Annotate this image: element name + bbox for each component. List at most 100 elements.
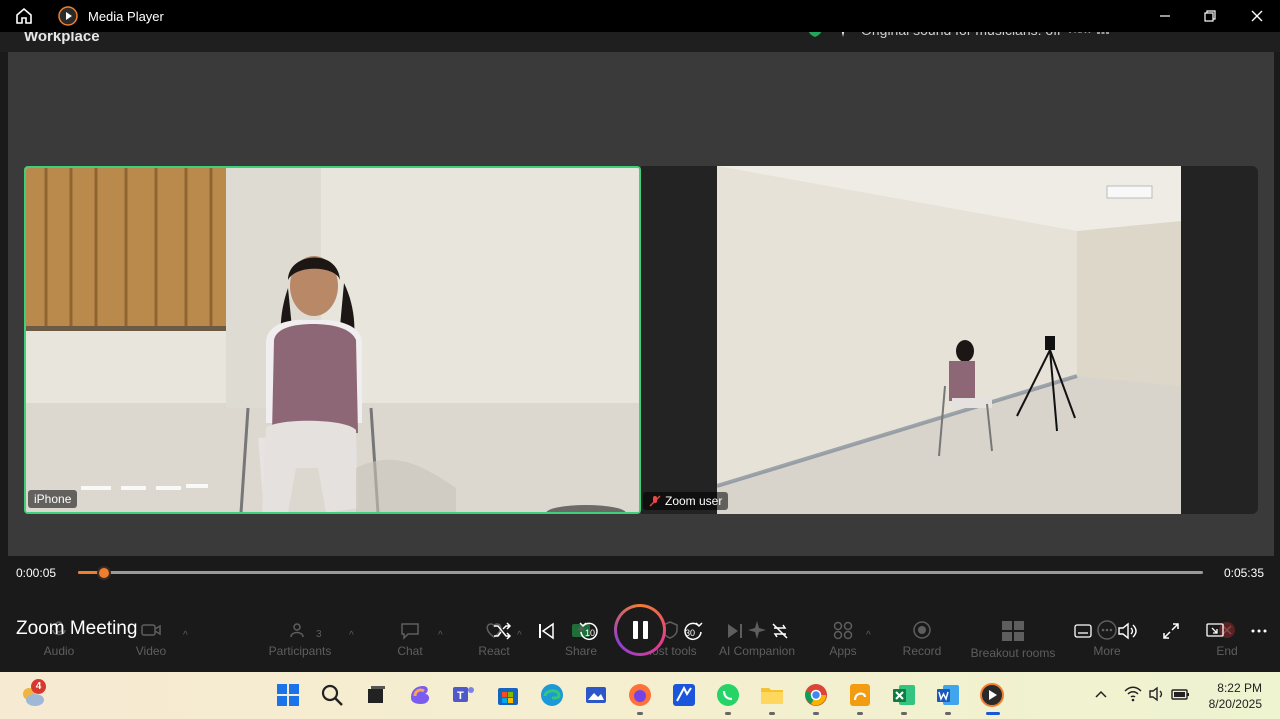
photos-app-icon[interactable] — [583, 682, 609, 708]
participants-options-caret[interactable]: ^ — [349, 630, 354, 641]
video-tile-iphone[interactable]: iPhone — [24, 166, 641, 514]
minimize-button[interactable] — [1145, 4, 1185, 28]
shuffle-icon — [494, 622, 512, 640]
microsoft-store-icon[interactable] — [495, 682, 521, 708]
skip-next-icon — [728, 624, 742, 638]
record-label: Record — [902, 644, 942, 658]
audio-label: Audio — [43, 644, 75, 658]
meeting-title: Zoom Meeting — [16, 618, 138, 639]
copilot-icon[interactable] — [407, 682, 433, 708]
media-player-titlebar: Media Player — [0, 0, 1280, 32]
excel-running-indicator — [901, 712, 907, 715]
pdf-app-icon[interactable] — [847, 682, 873, 708]
word-running-indicator — [945, 712, 951, 715]
fullscreen-button[interactable] — [1160, 620, 1182, 642]
breakout-rooms-button[interactable]: Breakout rooms — [966, 620, 1060, 660]
close-button[interactable] — [1237, 4, 1277, 28]
svg-text:T: T — [457, 690, 464, 702]
participant-name-chip: iPhone — [28, 490, 78, 508]
chat-button[interactable]: Chat — [392, 620, 428, 658]
video-tile-zoom-user[interactable]: Zoom user — [641, 166, 1258, 514]
whatsapp-icon[interactable] — [715, 682, 741, 708]
explorer-running-indicator — [769, 712, 775, 715]
generic-app-icon[interactable] — [671, 682, 697, 708]
minimize-icon — [1160, 15, 1170, 17]
clock-time: 8:22 PM — [1217, 681, 1262, 695]
participant-name: iPhone — [34, 492, 72, 506]
subtitles-button[interactable] — [1072, 620, 1094, 642]
restore-icon — [1204, 10, 1216, 22]
system-clock[interactable]: 8:22 PM 8/20/2025 — [1209, 680, 1262, 712]
participants-button[interactable]: Participants — [265, 620, 335, 658]
media-player-active-indicator — [986, 712, 1000, 715]
home-icon[interactable] — [14, 6, 34, 26]
whatsapp-running-indicator — [725, 712, 731, 715]
fullscreen-icon — [1163, 623, 1179, 639]
mini-player-button[interactable] — [1204, 620, 1226, 642]
apps-button[interactable]: Apps — [826, 620, 860, 658]
shuffle-button[interactable] — [490, 620, 514, 642]
apps-label: Apps — [829, 644, 857, 658]
forward-seconds: 30 — [685, 628, 695, 638]
video-camera-icon — [141, 624, 161, 636]
firefox-running-indicator — [637, 712, 643, 715]
apps-icon — [833, 621, 853, 640]
record-button[interactable]: Record — [900, 620, 944, 658]
participants-label: Participants — [268, 644, 332, 658]
end-label: End — [1216, 644, 1238, 658]
teams-icon[interactable]: T — [451, 682, 477, 708]
ellipsis-icon — [1251, 629, 1267, 633]
weather-badge: 4 — [31, 679, 46, 694]
restore-button[interactable] — [1190, 4, 1230, 28]
video-frame-room — [717, 166, 1181, 514]
react-options-caret[interactable]: ^ — [517, 630, 522, 641]
participants-icon — [290, 623, 304, 638]
chevron-up-icon[interactable] — [1094, 689, 1108, 699]
more-dots-icon — [1097, 620, 1117, 640]
apps-options-caret[interactable]: ^ — [866, 630, 871, 641]
video-label: Video — [135, 644, 167, 658]
battery-icon[interactable] — [1171, 686, 1191, 702]
windows-start-icon[interactable] — [275, 682, 301, 708]
wifi-icon[interactable] — [1124, 686, 1142, 702]
file-explorer-icon[interactable] — [759, 682, 785, 708]
volume-button[interactable] — [1116, 620, 1138, 642]
video-frame-seated-woman — [26, 168, 639, 512]
seek-bar[interactable] — [78, 566, 1203, 580]
chrome-icon[interactable] — [803, 682, 829, 708]
close-icon — [1251, 10, 1263, 22]
react-label: React — [478, 644, 510, 658]
chat-options-caret[interactable]: ^ — [438, 630, 443, 641]
video-frame-room-wide — [717, 166, 1181, 514]
media-player-taskbar-icon[interactable] — [979, 682, 1005, 708]
video-options-caret[interactable]: ^ — [183, 630, 188, 641]
share-label: Share — [564, 644, 598, 658]
chat-icon — [401, 623, 419, 640]
next-button[interactable] — [724, 620, 746, 642]
excel-icon[interactable] — [891, 682, 917, 708]
pause-button[interactable] — [614, 604, 666, 656]
breakout-rooms-label: Breakout rooms — [970, 646, 1056, 660]
search-icon[interactable] — [319, 682, 345, 708]
firefox-icon[interactable] — [627, 682, 653, 708]
window-title: Media Player — [88, 9, 164, 24]
edge-browser-icon[interactable] — [539, 682, 565, 708]
media-progress: 0:00:05 0:05:35 — [0, 556, 1280, 592]
rewind-seconds: 10 — [585, 628, 595, 638]
seek-thumb[interactable] — [96, 566, 111, 580]
forward-30-icon: 30 — [684, 622, 703, 641]
chat-label: Chat — [397, 644, 423, 658]
rewind-button[interactable]: 10 — [576, 620, 604, 642]
fast-forward-button[interactable]: 30 — [678, 620, 706, 642]
task-view-icon[interactable] — [363, 682, 389, 708]
ai-companion-label: AI Companion — [718, 644, 796, 658]
speaker-icon[interactable] — [1148, 686, 1166, 702]
repeat-button[interactable] — [768, 620, 792, 642]
word-icon[interactable] — [935, 682, 961, 708]
previous-button[interactable] — [534, 620, 558, 642]
pdf-running-indicator — [857, 712, 863, 715]
more-options-button[interactable] — [1248, 620, 1270, 642]
rewind-10-icon: 10 — [579, 622, 598, 641]
volume-icon — [1118, 622, 1137, 640]
participant-name: Zoom user — [665, 494, 723, 508]
